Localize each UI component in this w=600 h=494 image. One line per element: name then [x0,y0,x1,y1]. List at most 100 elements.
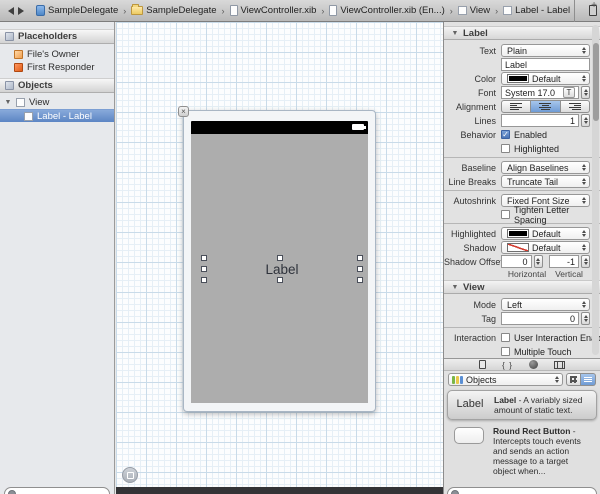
baseline-popup[interactable]: Align Baselines [501,161,590,174]
breadcrumb-label: View [470,5,490,16]
label-section-header[interactable]: ▼ Label [444,26,600,40]
multiple-touch-checkbox[interactable] [501,347,510,356]
tighten-letter-spacing-checkbox[interactable] [501,210,510,219]
forward-button[interactable] [18,7,24,15]
files-owner-item[interactable]: File's Owner [0,48,114,61]
alignment-segmented-control [501,100,590,113]
toggle-document-outline-button[interactable] [122,467,138,483]
object-library-list: Label Label - A variably sized amount of… [444,388,600,494]
canvas-bottom-bar [116,487,443,494]
color-swatch[interactable] [507,74,529,83]
library-view-toggle [566,373,596,386]
close-view-button[interactable]: × [178,106,189,117]
resize-handle-bottom-center[interactable] [277,277,283,283]
highlighted-color-popup[interactable]: Default [501,227,590,240]
back-button[interactable] [8,7,14,15]
resize-handle-top-center[interactable] [277,255,283,261]
align-right-segment[interactable] [561,100,590,113]
disclosure-triangle-icon[interactable]: ▼ [4,99,12,106]
button-preview [451,426,487,444]
align-left-icon [510,103,522,110]
label-outline-item[interactable]: Label - Label [0,109,114,122]
lines-field[interactable]: 1 [501,114,579,127]
first-responder-item[interactable]: First Responder [0,61,114,74]
view-object-icon [458,6,467,15]
text-type-popup[interactable]: Plain [501,44,590,57]
label-text-field[interactable]: Label [501,58,590,71]
disclosure-triangle-icon[interactable]: ▼ [451,284,459,291]
tag-stepper[interactable] [581,312,590,325]
breadcrumb-group[interactable]: SampleDelegate [131,5,216,16]
attributes-inspector: ▼ Label Text Plain Label Color Default [444,22,600,358]
view-outline-item[interactable]: ▼ View [0,96,114,109]
library-selector-bar: { } [444,358,600,371]
shadow-offset-horizontal-stepper[interactable] [534,255,543,268]
objects-section-header[interactable]: Objects [0,78,114,93]
resize-handle-mid-left[interactable] [201,266,207,272]
popup-value: Objects [466,375,497,385]
resize-handle-bottom-left[interactable] [201,277,207,283]
disclosure-triangle-icon[interactable]: ▼ [451,30,459,37]
user-interaction-checkbox[interactable] [501,333,510,342]
object-library-icon[interactable] [529,359,538,370]
library-item-round-rect-button[interactable]: Round Rect Button - Intercepts touch eve… [447,422,597,480]
tag-field[interactable]: 0 [501,312,579,325]
code-snippet-library-icon[interactable]: { } [502,359,513,370]
breadcrumb-xib-localized[interactable]: ViewController.xib (En...) [329,5,444,16]
scrollbar-thumb[interactable] [593,43,599,121]
grid-view-button[interactable] [566,373,581,386]
font-field[interactable]: System 17.0 T [501,86,579,99]
shadow-color-popup[interactable]: Default [501,241,590,254]
align-left-segment[interactable] [501,100,531,113]
resize-handle-mid-right[interactable] [357,266,363,272]
view-design-surface[interactable]: × Label [183,110,376,412]
placeholders-section-header[interactable]: Placeholders [0,29,114,44]
tab-add-icon[interactable]: + [591,0,597,11]
highlighted-checkbox[interactable] [501,144,510,153]
field-value: -1 [567,257,575,267]
grid-view-icon [570,376,577,383]
enabled-checkbox[interactable]: ✓ [501,130,510,139]
align-center-segment[interactable] [531,100,560,113]
mode-popup[interactable]: Left [501,298,590,311]
folder-icon [131,6,143,15]
shadow-offset-vertical-stepper[interactable] [581,255,590,268]
resize-handle-bottom-right[interactable] [357,277,363,283]
font-stepper[interactable] [581,86,590,99]
breadcrumb-project[interactable]: SampleDelegate [36,5,118,16]
resize-handle-top-left[interactable] [201,255,207,261]
library-item-label[interactable]: Label Label - A variably sized amount of… [447,390,597,420]
highlighted-color-swatch[interactable] [507,229,529,238]
outline-filter-field[interactable] [4,487,110,494]
divider [444,157,600,159]
lines-stepper[interactable] [581,114,590,127]
align-center-icon [539,103,551,110]
breadcrumb-separator: › [449,6,454,16]
shadow-color-swatch[interactable] [507,243,529,252]
breadcrumb-label-object[interactable]: Label - Label [503,5,570,16]
shadow-offset-vertical-field[interactable]: -1 [549,255,580,268]
breadcrumb-xib[interactable]: ViewController.xib [230,5,317,16]
filter-icon [8,490,16,494]
list-view-button[interactable] [581,373,596,386]
file-template-library-icon[interactable] [479,359,486,370]
media-library-icon[interactable] [554,359,565,370]
inspector-scrollbar[interactable] [592,25,599,355]
library-scope-popup[interactable]: Objects [448,373,563,386]
search-icon [451,490,459,494]
shadow-offset-horizontal-field[interactable]: 0 [501,255,532,268]
checkbox-label: Tighten Letter Spacing [514,205,590,225]
view-section-header[interactable]: ▼ View [444,280,600,294]
section-title: Label [463,28,488,39]
field-label: Mode [444,300,501,310]
breadcrumb-view[interactable]: View [458,5,490,16]
item-label: View [29,97,49,108]
list-view-icon [584,377,592,382]
tighten-row: Tighten Letter Spacing [444,208,590,221]
popup-arrows-icon [580,301,586,308]
library-search-field[interactable] [447,487,597,494]
resize-handle-top-right[interactable] [357,255,363,261]
font-panel-button[interactable]: T [563,87,575,98]
color-popup[interactable]: Default [501,72,590,85]
line-breaks-popup[interactable]: Truncate Tail [501,175,590,188]
